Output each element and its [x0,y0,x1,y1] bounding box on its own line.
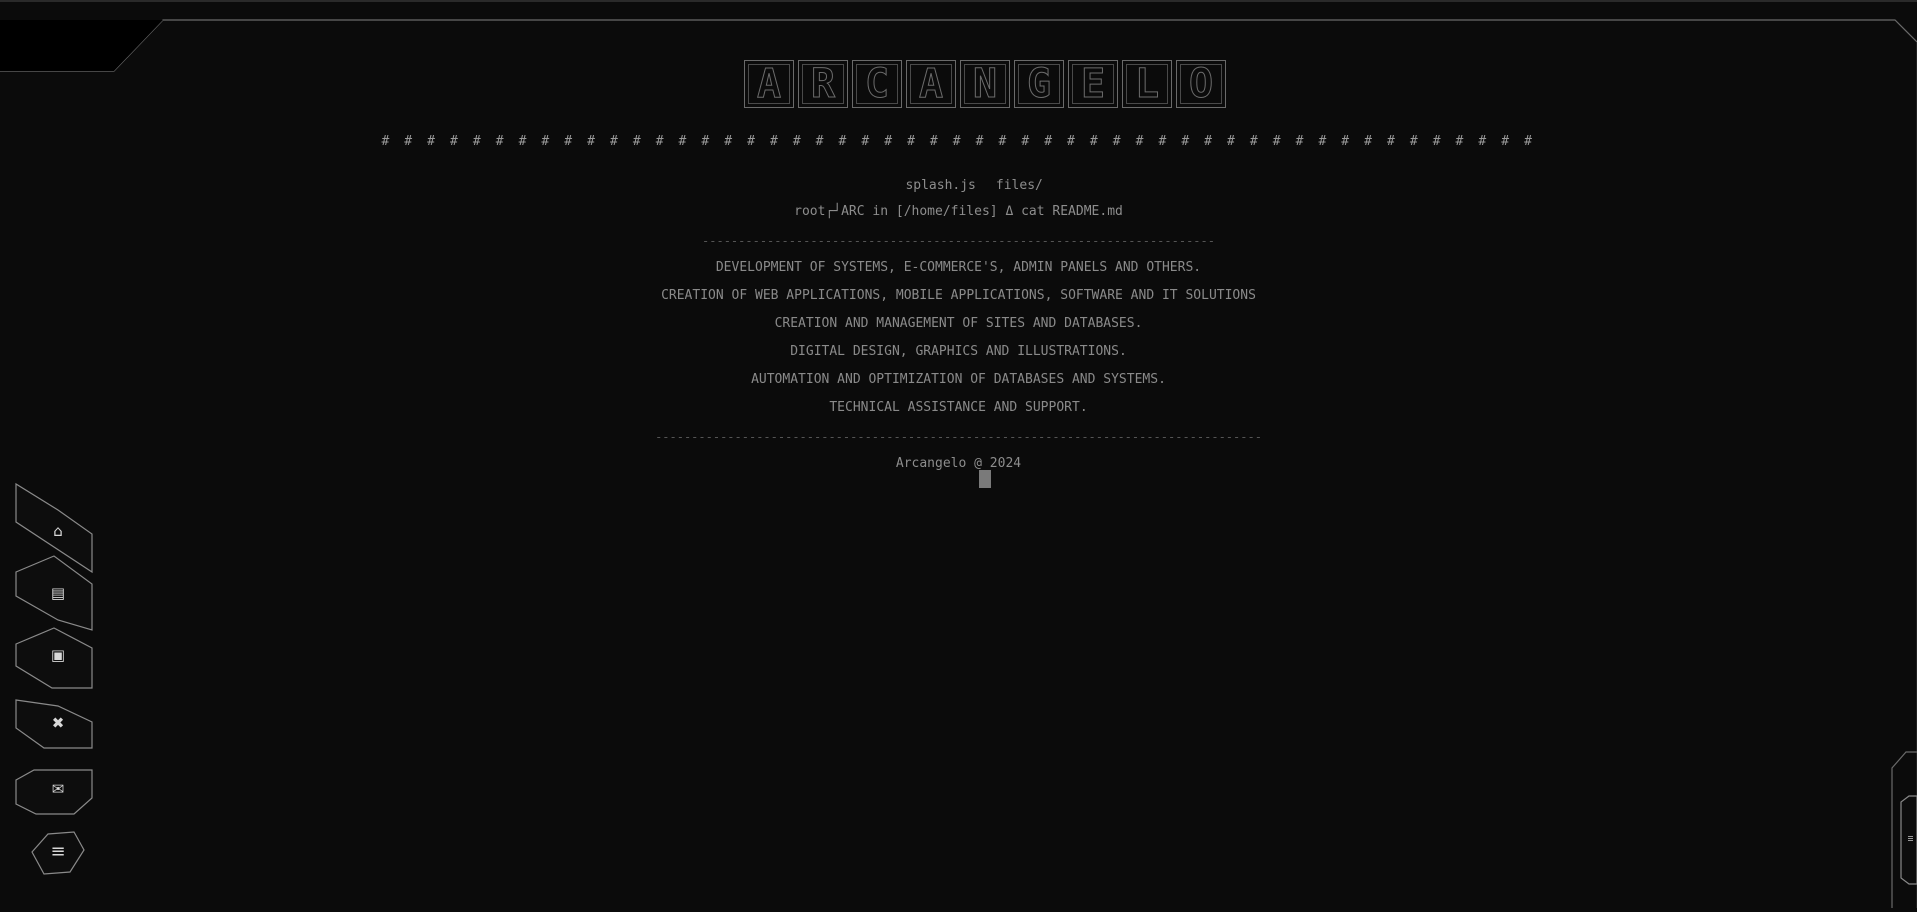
service-line: DIGITAL DESIGN, GRAPHICS AND ILLUSTRATIO… [790,344,1127,359]
file-splash-js[interactable]: splash.js [905,178,975,193]
logo-letter [1068,60,1118,108]
file-listing: splash.js files/ [0,162,1917,210]
menu-icon: ≡ [50,841,66,862]
folder-files[interactable]: files/ [996,178,1043,193]
divider-top: ----------------------------------------… [702,234,1215,248]
side-panel-handle[interactable] [1889,754,1917,908]
service-line: DEVELOPMENT OF SYSTEMS, E-COMMERCE'S, AD… [715,260,1202,275]
tools-icon: ✖ [51,714,65,732]
nav-menu-button[interactable]: ≡ [30,830,86,878]
copyright-text: Arcangelo @ 2024 [895,456,1022,471]
divider-bottom: ----------------------------------------… [655,430,1262,444]
hash-separator: # # # # # # # # # # # # # # # # # # # # … [381,134,1536,149]
shell-prompt: root┌┘ARC in [/home/files] Δ cat README.… [794,204,1123,219]
service-line: TECHNICAL ASSISTANCE AND SUPPORT. [829,400,1088,415]
handle-frame [1900,795,1917,885]
home-icon: ⌂ [53,522,63,540]
mail-icon: ✉ [51,780,65,798]
logo-letter [1122,60,1172,108]
service-line: AUTOMATION AND OPTIMIZATION OF DATABASES… [751,372,1166,387]
service-line: CREATION AND MANAGEMENT OF SITES AND DAT… [774,316,1143,331]
logo-letter [1014,60,1064,108]
gallery-icon: ▣ [50,646,66,664]
logo-letter [960,60,1010,108]
logo-letter [1176,60,1226,108]
logo-letter [798,60,848,108]
logo-letter [906,60,956,108]
id-card-icon: ▤ [50,584,66,602]
logo-letter [852,60,902,108]
logo-letter [744,60,794,108]
service-line: CREATION OF WEB APPLICATIONS, MOBILE APP… [661,288,1256,303]
terminal-cursor [979,470,991,488]
ascii-logo [744,60,1226,112]
